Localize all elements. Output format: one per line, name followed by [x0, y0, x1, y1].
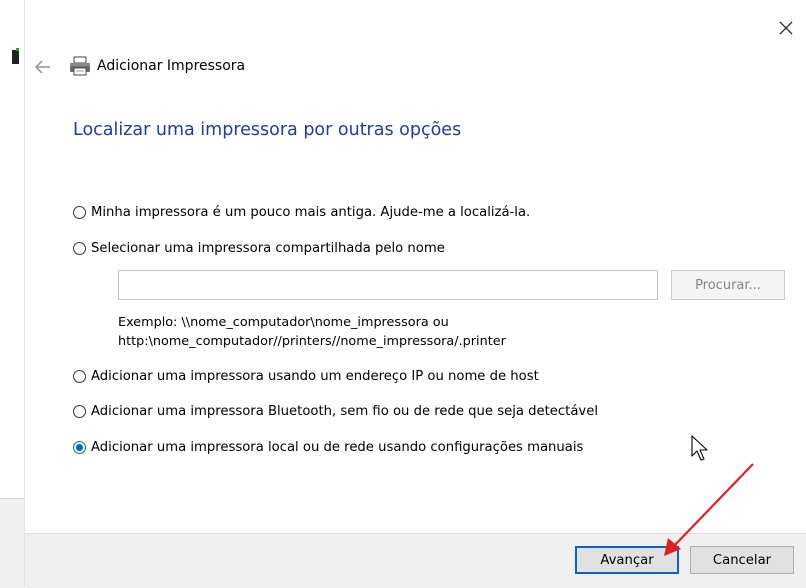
left-strip-footer	[0, 498, 24, 588]
dialog-footer	[25, 533, 806, 588]
cancel-button[interactable]: Cancelar	[690, 546, 794, 574]
mouse-cursor-icon	[691, 435, 708, 461]
next-button[interactable]: Avançar	[575, 546, 679, 574]
radio-button[interactable]	[73, 369, 86, 383]
option-local-manual[interactable]: Adicionar uma impressora local ou de red…	[73, 437, 583, 457]
example-text: Exemplo: \\nome_computador\nome_impresso…	[118, 313, 506, 351]
browse-button-label: Procurar...	[695, 277, 761, 293]
cancel-button-label: Cancelar	[712, 552, 772, 568]
taskbar-device-icon	[12, 48, 19, 64]
option-label: Minha impressora é um pouco mais antiga.…	[91, 204, 531, 220]
left-background-strip	[0, 0, 25, 588]
option-shared-by-name[interactable]: Selecionar uma impressora compartilhada …	[73, 238, 445, 258]
example-line-1: Exemplo: \\nome_computador\nome_impresso…	[118, 315, 449, 330]
option-older-printer[interactable]: Minha impressora é um pouco mais antiga.…	[73, 202, 530, 222]
close-icon[interactable]	[772, 14, 800, 42]
radio-button[interactable]	[73, 241, 86, 255]
page-heading: Localizar uma impressora por outras opçõ…	[73, 120, 462, 140]
browse-button[interactable]: Procurar...	[671, 270, 785, 300]
next-button-label: Avançar	[600, 552, 654, 568]
printer-icon	[70, 56, 90, 76]
option-bluetooth-wireless[interactable]: Adicionar uma impressora Bluetooth, sem …	[73, 401, 598, 421]
radio-button[interactable]	[73, 205, 86, 219]
radio-button[interactable]	[73, 404, 86, 418]
window-title: Adicionar Impressora	[97, 58, 246, 74]
shared-printer-name-input[interactable]	[118, 270, 658, 300]
option-ip-address[interactable]: Adicionar uma impressora usando um ender…	[73, 366, 539, 386]
example-line-2: http:\nome_computador//printers//nome_im…	[118, 334, 506, 349]
option-label: Adicionar uma impressora Bluetooth, sem …	[91, 403, 598, 419]
option-label: Adicionar uma impressora local ou de red…	[91, 439, 584, 455]
option-label: Selecionar uma impressora compartilhada …	[91, 240, 445, 256]
option-label: Adicionar uma impressora usando um ender…	[91, 368, 539, 384]
back-arrow-icon[interactable]	[32, 56, 54, 78]
radio-button-selected[interactable]	[73, 440, 86, 454]
